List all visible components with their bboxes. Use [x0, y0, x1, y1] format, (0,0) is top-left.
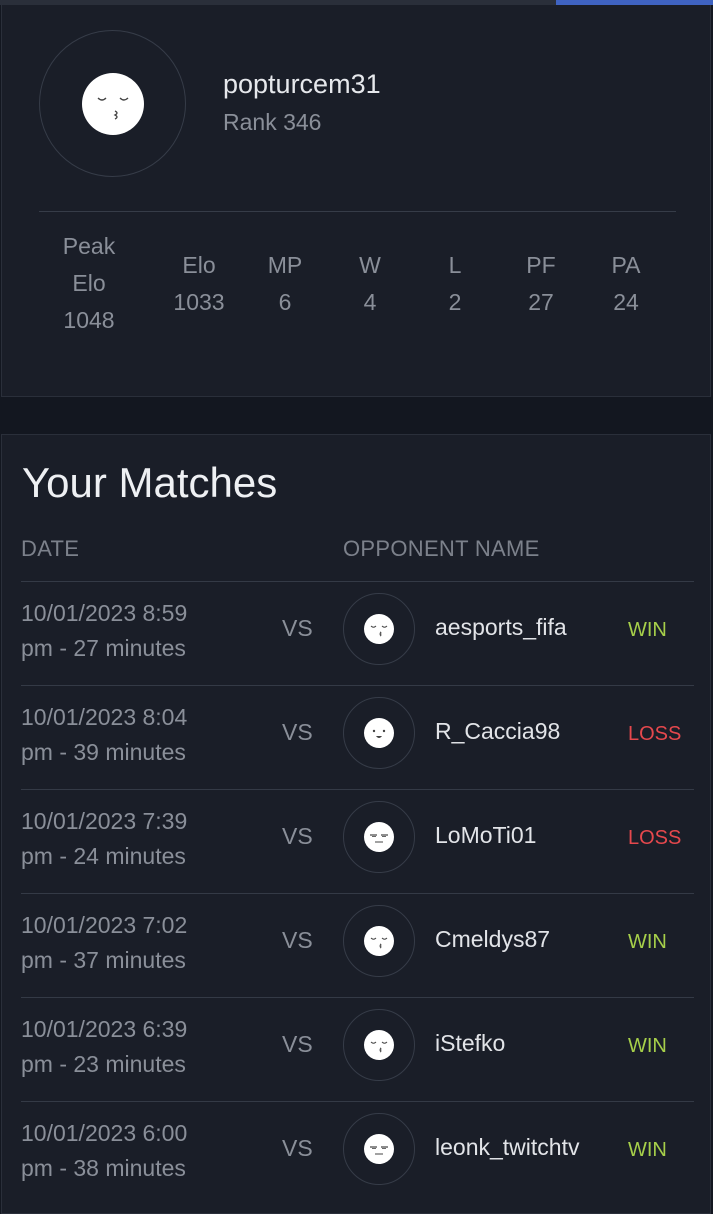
smile-face-icon: [364, 718, 394, 748]
opponent-avatar[interactable]: [343, 593, 415, 665]
kiss-face-icon: [364, 1030, 394, 1060]
profile-avatar: [39, 30, 186, 177]
stat-l: L 2: [418, 247, 492, 321]
stat-w: W 4: [333, 247, 407, 321]
opponent-avatar[interactable]: [343, 697, 415, 769]
match-date-line1: 10/01/2023 8:59: [21, 600, 188, 626]
kiss-face-icon: [81, 72, 144, 135]
match-result: WIN: [628, 931, 667, 953]
opponent-name[interactable]: R_Caccia98: [435, 718, 560, 745]
match-date-line2: pm - 38 minutes: [21, 1155, 186, 1181]
match-date-line2: pm - 39 minutes: [21, 739, 186, 765]
match-date-line1: 10/01/2023 6:39: [21, 1016, 188, 1042]
opponent-name[interactable]: iStefko: [435, 1030, 505, 1057]
match-row[interactable]: 10/01/2023 6:39 pm - 23 minutes VS iStef…: [21, 997, 694, 1102]
match-row[interactable]: 10/01/2023 8:59 pm - 27 minutes VS aespo…: [21, 581, 694, 686]
match-row[interactable]: 10/01/2023 6:00 pm - 38 minutes VS leonk…: [21, 1101, 694, 1206]
match-date-line2: pm - 27 minutes: [21, 635, 186, 661]
date-column-header: DATE: [21, 536, 80, 561]
match-date-line2: pm - 37 minutes: [21, 947, 186, 973]
opponent-name[interactable]: LoMoTi01: [435, 822, 536, 849]
stat-peak-elo-value: 1048: [63, 307, 115, 333]
username: popturcem31: [223, 69, 381, 99]
match-result: WIN: [628, 1035, 667, 1057]
stat-pa-value: 24: [613, 289, 639, 315]
vs-label: VS: [282, 615, 313, 641]
vs-label: VS: [282, 1135, 313, 1161]
opponent-avatar[interactable]: [343, 801, 415, 873]
kiss-face-icon: [364, 926, 394, 956]
opponent-name[interactable]: Cmeldys87: [435, 926, 550, 953]
stat-l-label: L: [448, 252, 462, 278]
stat-elo: Elo 1033: [162, 247, 236, 321]
unamused-face-icon: [364, 1134, 394, 1164]
stat-l-value: 2: [448, 289, 462, 315]
match-date: 10/01/2023 8:59 pm - 27 minutes: [21, 596, 251, 666]
match-date: 10/01/2023 8:04 pm - 39 minutes: [21, 700, 251, 770]
stat-elo-label: Elo: [182, 252, 216, 278]
stat-peak-elo-label: Peak Elo: [62, 233, 116, 296]
match-date-line1: 10/01/2023 7:02: [21, 912, 188, 938]
opponent-avatar[interactable]: [343, 905, 415, 977]
opponent-name[interactable]: leonk_twitchtv: [435, 1134, 579, 1161]
stat-w-value: 4: [363, 289, 377, 315]
match-date: 10/01/2023 6:39 pm - 23 minutes: [21, 1012, 251, 1082]
kiss-face-icon: [364, 614, 394, 644]
matches-title: Your Matches: [22, 459, 278, 506]
match-date-line2: pm - 23 minutes: [21, 1051, 186, 1077]
match-date: 10/01/2023 6:00 pm - 38 minutes: [21, 1116, 251, 1186]
stat-pa-label: PA: [611, 252, 641, 278]
stat-pf: PF 27: [504, 247, 578, 321]
vs-label: VS: [282, 719, 313, 745]
match-date: 10/01/2023 7:39 pm - 24 minutes: [21, 804, 251, 874]
stat-pf-label: PF: [526, 252, 556, 278]
match-result: LOSS: [628, 723, 682, 745]
stat-mp-value: 6: [278, 289, 292, 315]
stat-peak-elo: Peak Elo 1048: [52, 228, 126, 339]
stat-pf-value: 27: [528, 289, 554, 315]
vs-label: VS: [282, 1031, 313, 1057]
stat-mp: MP 6: [248, 247, 322, 321]
stat-w-label: W: [359, 252, 381, 278]
match-result: WIN: [628, 619, 667, 641]
match-result: WIN: [628, 1139, 667, 1161]
match-date-line1: 10/01/2023 7:39: [21, 808, 188, 834]
match-result: LOSS: [628, 827, 682, 849]
vs-label: VS: [282, 927, 313, 953]
opponent-column-header: OPPONENT NAME: [343, 536, 540, 561]
match-date-line1: 10/01/2023 8:04: [21, 704, 188, 730]
vs-label: VS: [282, 823, 313, 849]
opponent-name[interactable]: aesports_fifa: [435, 614, 567, 641]
match-row[interactable]: 10/01/2023 7:02 pm - 37 minutes VS Cmeld…: [21, 893, 694, 998]
match-date-line2: pm - 24 minutes: [21, 843, 186, 869]
profile-divider: [39, 211, 676, 212]
stat-pa: PA 24: [589, 247, 663, 321]
rank-label: Rank 346: [223, 109, 322, 135]
stat-mp-label: MP: [267, 252, 303, 278]
opponent-avatar[interactable]: [343, 1009, 415, 1081]
opponent-avatar[interactable]: [343, 1113, 415, 1185]
stat-elo-value: 1033: [173, 289, 225, 315]
unamused-face-icon: [364, 822, 394, 852]
profile-card: popturcem31 Rank 346 Peak Elo 1048 Elo 1…: [1, 5, 711, 397]
match-date-line1: 10/01/2023 6:00: [21, 1120, 188, 1146]
match-date: 10/01/2023 7:02 pm - 37 minutes: [21, 908, 251, 978]
matches-card: Your Matches DATE OPPONENT NAME 10/01/20…: [1, 434, 711, 1214]
match-row[interactable]: 10/01/2023 8:04 pm - 39 minutes VS R_Cac…: [21, 685, 694, 790]
match-row[interactable]: 10/01/2023 7:39 pm - 24 minutes VS LoMoT…: [21, 789, 694, 894]
